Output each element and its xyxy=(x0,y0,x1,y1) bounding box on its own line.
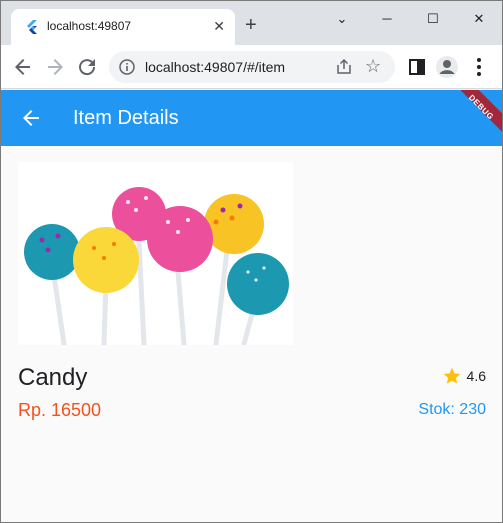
profile-icon[interactable] xyxy=(435,55,459,79)
url-text[interactable]: localhost:49807/#/item xyxy=(145,59,285,75)
share-icon[interactable] xyxy=(335,58,353,76)
sidebar-icon[interactable] xyxy=(405,55,429,79)
address-bar[interactable]: localhost:49807/#/item ☆ xyxy=(109,51,395,83)
item-price: Rp. 16500 xyxy=(18,400,102,420)
reload-icon[interactable] xyxy=(75,55,99,79)
close-window-icon[interactable]: ✕ xyxy=(456,7,502,31)
item-name: Candy xyxy=(18,364,88,391)
back-arrow-icon[interactable] xyxy=(19,106,43,130)
flutter-icon xyxy=(27,20,37,34)
browser-toolbar: localhost:49807/#/item ☆ xyxy=(1,45,502,89)
close-tab-icon[interactable]: ✕ xyxy=(213,18,225,34)
info-icon[interactable] xyxy=(119,59,135,75)
bookmark-star-icon[interactable]: ☆ xyxy=(365,55,381,77)
item-image xyxy=(18,162,293,345)
browser-window: localhost:49807 ✕ + ⌄ ─ ☐ ✕ localhost:49… xyxy=(0,0,503,523)
maximize-icon[interactable]: ☐ xyxy=(410,7,456,31)
app-bar: Item Details DEBUG xyxy=(1,90,502,146)
back-icon[interactable] xyxy=(11,55,35,79)
tab-strip: localhost:49807 ✕ + ⌄ ─ ☐ ✕ xyxy=(1,1,502,45)
star-icon xyxy=(443,367,461,384)
item-rating: 4.6 xyxy=(442,366,486,388)
new-tab-icon[interactable]: + xyxy=(245,15,257,35)
forward-icon[interactable] xyxy=(43,55,67,79)
debug-banner-label: DEBUG xyxy=(466,93,496,122)
page-title: Item Details xyxy=(73,107,179,129)
item-details: Candy 4.6 Rp. 16500 Stok: 230 xyxy=(1,146,502,522)
minimize-icon[interactable]: ─ xyxy=(364,7,410,31)
tab-search-icon[interactable]: ⌄ xyxy=(319,7,365,31)
debug-banner: DEBUG xyxy=(444,90,502,145)
tab-title: localhost:49807 xyxy=(47,19,132,33)
browser-tab[interactable]: localhost:49807 ✕ xyxy=(11,9,235,45)
item-stock: Stok: 230 xyxy=(418,401,486,418)
rating-value: 4.6 xyxy=(466,368,486,384)
menu-icon[interactable] xyxy=(467,55,491,79)
